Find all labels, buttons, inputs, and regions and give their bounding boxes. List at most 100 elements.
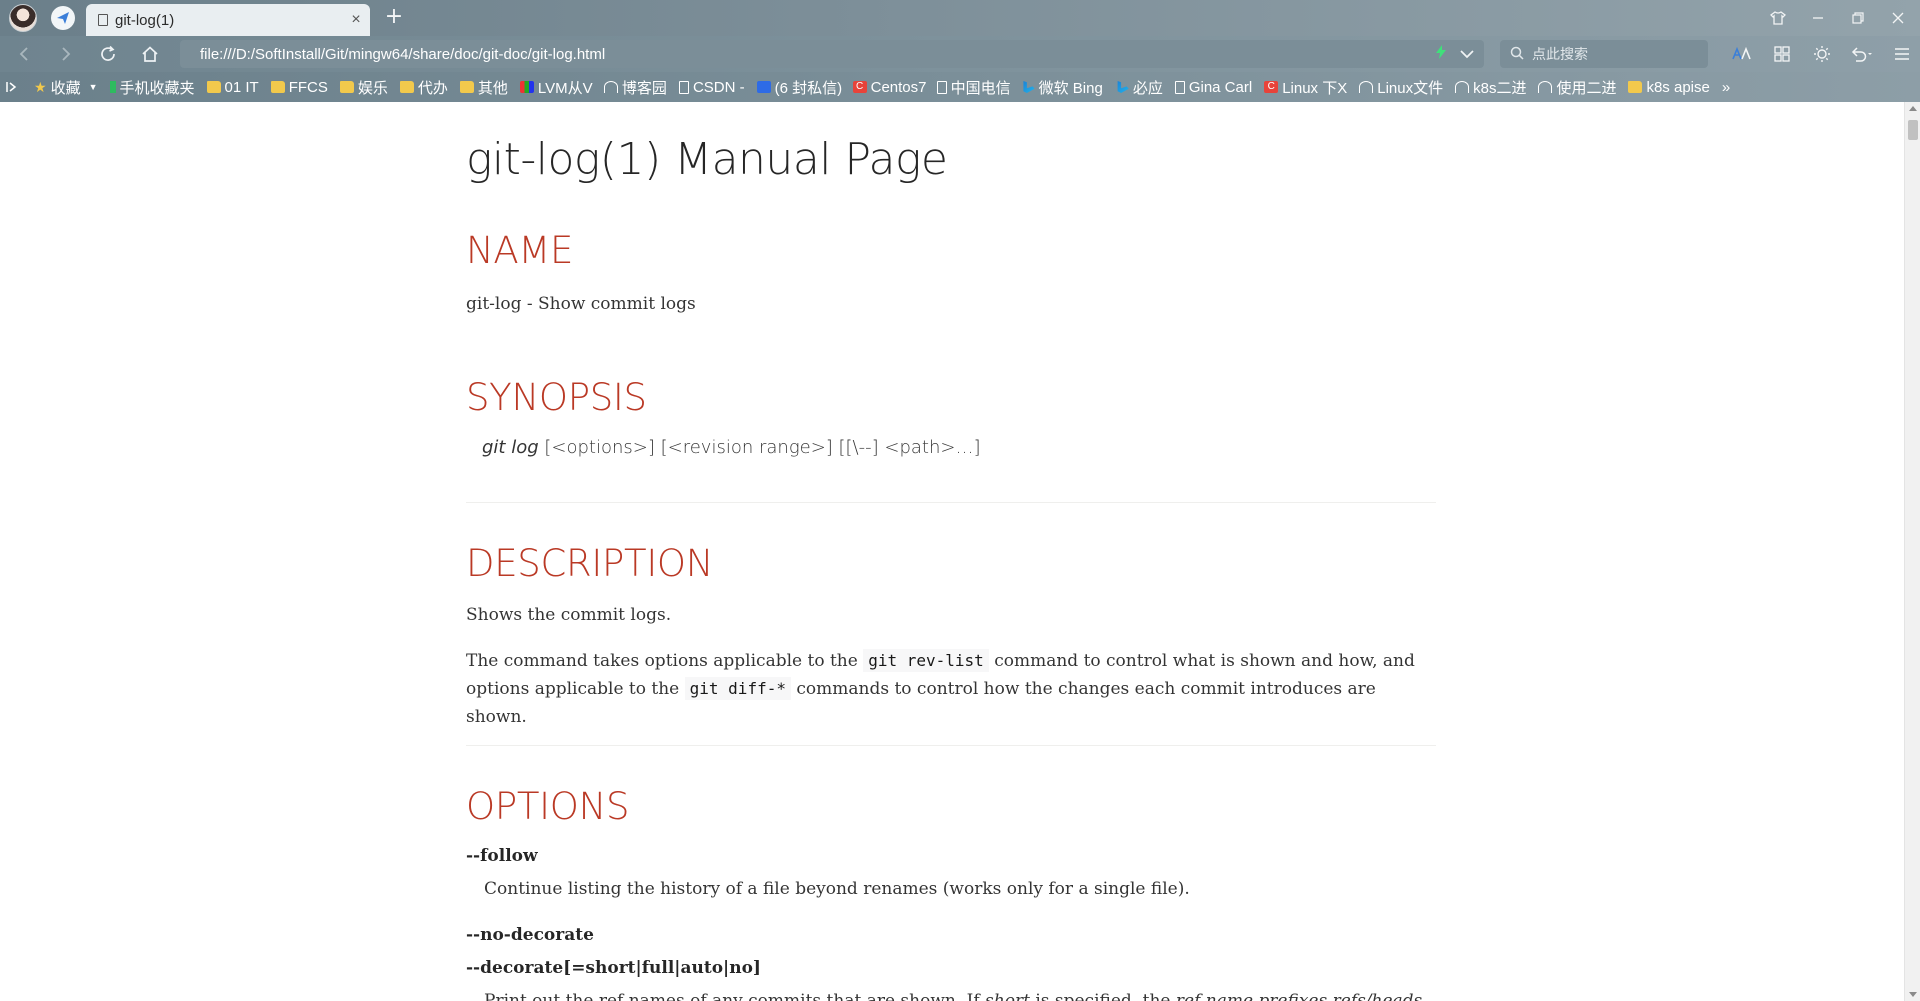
code-git-diff: git diff-* (684, 677, 791, 700)
vertical-scrollbar[interactable] (1904, 102, 1920, 1001)
reload-button[interactable] (94, 40, 122, 68)
page-icon (678, 80, 689, 94)
scrollbar-thumb[interactable] (1908, 120, 1918, 140)
section-heading-description: DESCRIPTION (466, 542, 714, 585)
tab-close-icon[interactable]: × (342, 11, 370, 29)
chevron-down-icon[interactable] (1460, 46, 1474, 63)
bookmark-item[interactable]: Linux文件 (1353, 75, 1449, 99)
bookmark-folder[interactable]: 其他 (454, 75, 514, 99)
scroll-down-arrow-icon[interactable] (1909, 992, 1917, 997)
brightness-icon[interactable] (1802, 36, 1842, 72)
bookmark-folder[interactable]: FFCS (265, 75, 334, 99)
window-controls (1758, 0, 1918, 36)
forward-button[interactable] (52, 40, 80, 68)
synopsis-args: [<options>] [<revision range>] [[\--] <p… (544, 437, 981, 458)
home-button[interactable] (136, 40, 164, 68)
folder-icon (339, 81, 354, 93)
close-window-icon[interactable] (1878, 0, 1918, 36)
site-icon (519, 81, 534, 93)
menu-icon[interactable] (1882, 36, 1920, 72)
bookmark-item[interactable]: 微软 Bing (1015, 75, 1109, 99)
bookmark-folder[interactable]: k8s apise (1622, 75, 1715, 99)
translate-icon[interactable] (1722, 36, 1762, 72)
bookmark-item[interactable]: 使用二进 (1532, 75, 1622, 99)
section-divider (466, 502, 1436, 503)
skin-icon[interactable] (1758, 0, 1798, 36)
search-input[interactable]: 点此搜索 (1500, 40, 1708, 68)
section-heading-synopsis: SYNOPSIS (466, 376, 647, 419)
scroll-up-arrow-icon[interactable] (1909, 106, 1917, 111)
bookmark-favorites[interactable]: ★ 收藏 ▼ (28, 75, 104, 99)
bookmarks-bar: ★ 收藏 ▼ 手机收藏夹 01 IT FFCS 娱乐 代办 其他 LVM从V 博客园… (0, 72, 1920, 102)
search-icon (1510, 46, 1524, 63)
send-icon[interactable] (51, 6, 75, 30)
navigation-bar: file:///D:/SoftInstall/Git/mingw64/share… (0, 36, 1920, 72)
bookmark-item[interactable]: 必应 (1109, 75, 1169, 99)
section-divider (466, 745, 1436, 746)
search-placeholder: 点此搜索 (1532, 46, 1588, 62)
star-icon: ★ (34, 78, 47, 95)
code-git-rev-list: git rev-list (863, 649, 989, 672)
bing-icon (1023, 81, 1035, 93)
bookmark-item[interactable]: 手机收藏夹 (104, 75, 201, 99)
back-button[interactable] (10, 40, 38, 68)
sidebar-toggle-icon[interactable] (6, 81, 28, 93)
bookmark-item[interactable]: (6 封私信) (751, 75, 847, 99)
user-avatar[interactable] (9, 4, 37, 32)
bookmark-folder[interactable]: 01 IT (201, 75, 265, 99)
site-icon (1538, 81, 1553, 93)
lightning-icon[interactable] (1436, 45, 1446, 63)
caret-down-icon: ▼ (88, 82, 98, 92)
bookmark-item[interactable]: C Centos7 (847, 75, 931, 99)
description-paragraph-1: Shows the commit logs. (466, 605, 672, 625)
page-icon (1174, 80, 1185, 94)
bookmark-item[interactable]: k8s二进 (1449, 75, 1532, 99)
site-icon (1359, 81, 1374, 93)
bookmark-item[interactable]: C Linux 下X (1258, 75, 1353, 99)
bing-icon (1117, 81, 1129, 93)
page-icon (936, 80, 947, 94)
bookmark-item[interactable]: Gina Carl (1169, 75, 1258, 99)
bookmark-item[interactable]: 中国电信 (931, 75, 1015, 99)
option-decorate: --decorate[=short|full|auto|no] (466, 958, 761, 978)
csdn-icon: C (1264, 81, 1279, 93)
site-icon (1455, 81, 1470, 93)
option-decorate-description: Print out the ref names of any commits t… (484, 991, 1424, 1001)
document-icon (98, 14, 108, 26)
bookmark-folder[interactable]: 代办 (394, 75, 454, 99)
folder-icon (399, 81, 414, 93)
synopsis-block: git log [<options>] [<revision range>] [… (482, 437, 980, 458)
minimize-icon[interactable] (1798, 0, 1838, 36)
folder-icon (459, 81, 474, 93)
csdn-icon: C (852, 81, 867, 93)
restore-icon[interactable] (1838, 0, 1878, 36)
address-bar[interactable]: file:///D:/SoftInstall/Git/mingw64/share… (180, 40, 1484, 68)
bookmark-item[interactable]: LVM从V (514, 75, 598, 99)
folder-icon (1628, 81, 1643, 93)
url-text: file:///D:/SoftInstall/Git/mingw64/share… (200, 45, 606, 63)
active-tab[interactable]: git-log(1) × (86, 4, 370, 36)
undo-close-icon[interactable] (1842, 36, 1882, 72)
page-viewport: git-log(1) Manual Page NAME git-log - Sh… (0, 102, 1904, 1001)
bookmark-item[interactable]: CSDN - (673, 75, 751, 99)
option-no-decorate: --no-decorate (466, 925, 594, 945)
folder-icon (270, 81, 285, 93)
description-paragraph-2: The command takes options applicable to … (466, 649, 1415, 727)
option-follow-description: Continue listing the history of a file b… (484, 879, 1190, 899)
zhihu-icon (756, 81, 771, 93)
option-follow: --follow (466, 846, 538, 866)
apps-grid-icon[interactable] (1762, 36, 1802, 72)
phone-icon (109, 81, 116, 93)
toolbar-icons (1722, 36, 1920, 72)
synopsis-command: git log (482, 437, 539, 458)
new-tab-button[interactable]: + (380, 3, 408, 31)
bookmark-folder[interactable]: 娱乐 (334, 75, 394, 99)
name-text: git-log - Show commit logs (466, 294, 696, 314)
section-heading-name: NAME (466, 229, 574, 272)
bookmark-item[interactable]: 博客园 (598, 75, 673, 99)
title-bar: git-log(1) × + (0, 0, 1920, 36)
page-title: git-log(1) Manual Page (466, 134, 948, 185)
section-heading-options: OPTIONS (466, 785, 630, 828)
site-icon (603, 81, 618, 93)
bookmarks-overflow-button[interactable]: » (1716, 75, 1736, 99)
